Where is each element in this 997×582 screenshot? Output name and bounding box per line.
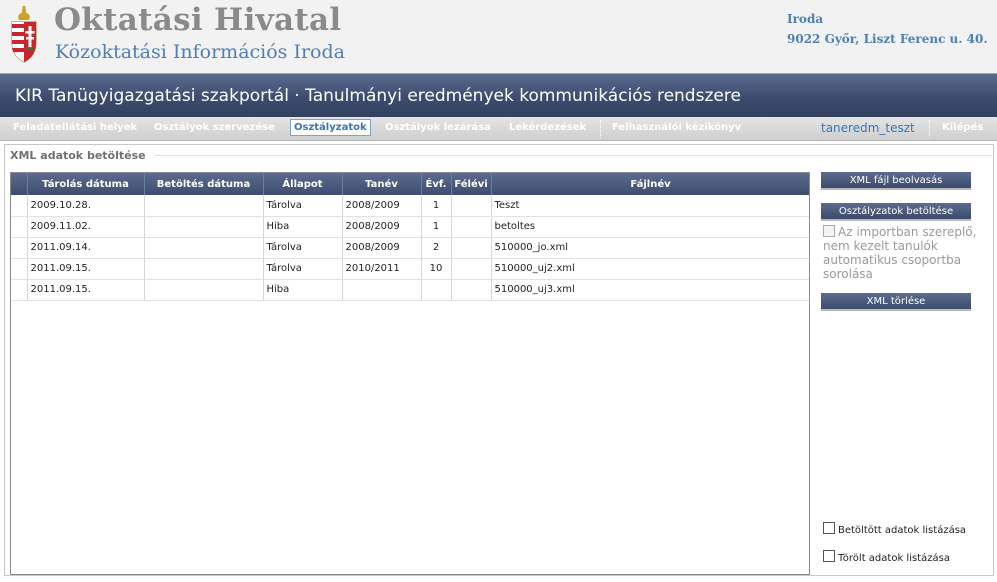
row-selector[interactable] [11,258,28,280]
cell-year: 2010/2011 [342,258,422,280]
row-selector[interactable] [11,279,28,301]
column-header-filename[interactable]: Fájlnév [491,173,809,195]
cell-filename: 510000_jo.xml [491,237,809,259]
cell-grade: 1 [421,195,452,217]
cell-filename: 510000_uj2.xml [491,258,809,280]
cell-status: Hiba [263,279,343,301]
cell-stored: 2011.09.14. [27,237,145,259]
table-row[interactable]: 2009.10.28. Tárolva 2008/2009 1 Teszt [11,195,809,217]
panel-divider [155,155,991,156]
portal-title: KIR Tanügyigazgatási szakportál · Tanulm… [15,86,741,106]
nav-item-feladatellatasi-helyek[interactable]: Feladatellátási helyek [13,122,137,133]
table-row[interactable]: 2011.09.14. Tárolva 2008/2009 2 510000_j… [11,237,809,259]
list-loaded-checkbox[interactable] [823,522,835,534]
cell-year: 2008/2009 [342,216,422,238]
cell-loaded [144,237,264,259]
cell-status: Hiba [263,216,343,238]
nav-item-felhasznaloi-kezikonyv[interactable]: Felhasználói kézikönyv [612,122,741,133]
cell-filename: 510000_uj3.xml [491,279,809,301]
panel-title: XML adatok betöltése [10,149,146,162]
cell-grade: 2 [421,237,452,259]
row-selector[interactable] [11,237,28,259]
list-loaded-label: Betöltött adatok listázása [838,525,967,536]
cell-stored: 2009.11.02. [27,216,145,238]
cell-loaded [144,195,264,217]
nav-item-lekerdezesek[interactable]: Lekérdezések [509,122,586,133]
column-header-grade[interactable]: Évf. [421,173,452,195]
cell-semester [451,279,492,301]
cell-semester [451,216,492,238]
nav-item-osztalyok-lezarasa[interactable]: Osztályok lezárása [385,122,491,133]
cell-status: Tárolva [263,195,343,217]
cell-loaded [144,279,264,301]
nav-item-osztalyzatok[interactable]: Osztályzatok [290,119,371,136]
delete-xml-button[interactable]: XML törlése [821,293,971,311]
list-deleted-option[interactable]: Törölt adatok listázása [823,550,950,564]
cell-grade [421,279,452,301]
column-header-semester[interactable]: Félévi [451,173,492,195]
column-header-year[interactable]: Tanév [342,173,422,195]
cell-filename: betoltes [491,216,809,238]
main-nav: Feladatellátási helyek Osztályok szervez… [0,117,997,141]
nav-divider [929,120,930,138]
row-selector[interactable] [11,216,28,238]
page-header: Oktatási Hivatal Közoktatási Információs… [0,0,997,73]
org-subtitle: Közoktatási Információs Iroda [55,41,345,63]
column-header-stored[interactable]: Tárolás dátuma [27,173,145,195]
cell-loaded [144,258,264,280]
cell-semester [451,195,492,217]
nav-divider [600,120,601,138]
cell-grade: 10 [421,258,452,280]
cell-semester [451,237,492,259]
xml-data-grid[interactable]: Tárolás dátuma Betöltés dátuma Állapot T… [10,172,810,575]
load-grades-button[interactable]: Osztályzatok betöltése [821,203,971,221]
address-street: 9022 Győr, Liszt Ferenc u. 40. [787,32,988,46]
column-header-status[interactable]: Állapot [263,173,343,195]
column-header-select [11,173,28,195]
cell-stored: 2011.09.15. [27,279,145,301]
logout-link[interactable]: Kilépés [942,122,983,133]
row-selector[interactable] [11,195,28,217]
list-deleted-checkbox[interactable] [823,550,835,562]
cell-filename: Teszt [491,195,809,217]
xml-data-table: Tárolás dátuma Betöltés dátuma Állapot T… [11,173,809,301]
table-header-row: Tárolás dátuma Betöltés dátuma Állapot T… [11,173,809,195]
address-office: Iroda [787,12,824,26]
cell-year: 2008/2009 [342,195,422,217]
cell-year: 2008/2009 [342,237,422,259]
column-header-loaded[interactable]: Betöltés dátuma [144,173,264,195]
auto-group-label: Az importban szereplő, nem kezelt tanuló… [823,225,977,281]
xml-upload-panel: XML adatok betöltése Tárolás dátuma Betö… [4,144,994,576]
list-loaded-option[interactable]: Betöltött adatok listázása [823,522,966,536]
cell-stored: 2011.09.15. [27,258,145,280]
read-xml-button[interactable]: XML fájl beolvasás [821,172,971,190]
org-title: Oktatási Hivatal [54,2,342,38]
cell-semester [451,258,492,280]
cell-loaded [144,216,264,238]
cell-grade: 1 [421,216,452,238]
user-name-link[interactable]: taneredm_teszt [821,121,915,135]
cell-status: Tárolva [263,237,343,259]
list-deleted-label: Törölt adatok listázása [838,553,950,564]
auto-group-option: Az importban szereplő, nem kezelt tanuló… [823,225,993,281]
auto-group-checkbox[interactable] [823,225,835,237]
table-row[interactable]: 2009.11.02. Hiba 2008/2009 1 betoltes [11,216,809,238]
coat-of-arms-icon [11,6,37,63]
nav-item-osztalyok-szervezese[interactable]: Osztályok szervezése [154,122,275,133]
portal-bar: KIR Tanügyigazgatási szakportál · Tanulm… [0,73,997,117]
cell-stored: 2009.10.28. [27,195,145,217]
cell-year [342,279,422,301]
cell-status: Tárolva [263,258,343,280]
table-row[interactable]: 2011.09.15. Tárolva 2010/2011 10 510000_… [11,258,809,280]
table-row[interactable]: 2011.09.15. Hiba 510000_uj3.xml [11,279,809,301]
